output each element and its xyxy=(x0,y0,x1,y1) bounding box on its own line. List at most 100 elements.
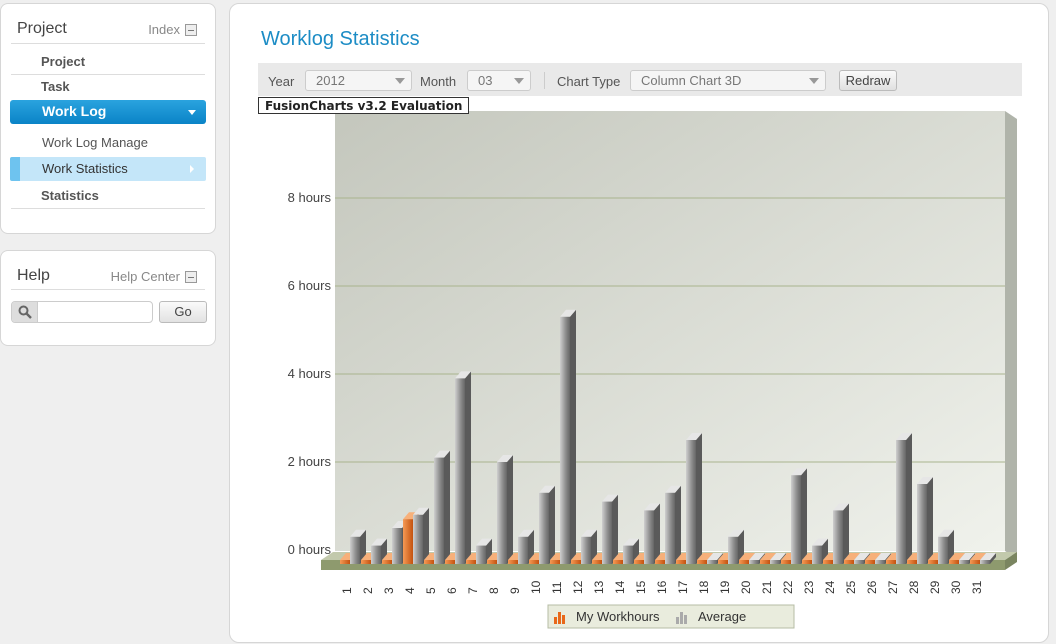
x-tick-label: 30 xyxy=(949,580,963,594)
bar-face xyxy=(865,560,875,564)
x-tick-label: 3 xyxy=(382,587,396,594)
bar-face xyxy=(728,536,738,564)
nav-item-work-log-label: Work Log xyxy=(42,103,107,119)
help-search xyxy=(11,301,153,323)
sub-item-work-statistics[interactable]: Work Statistics xyxy=(10,157,206,181)
bar-face xyxy=(854,560,864,564)
bar-face xyxy=(802,560,812,564)
bar-face xyxy=(518,536,528,564)
bar-side xyxy=(675,485,681,564)
x-tick-label: 20 xyxy=(739,580,753,594)
project-panel-title: Project xyxy=(17,20,67,37)
bar-side xyxy=(570,309,576,564)
x-tick-label: 28 xyxy=(907,580,921,594)
bar-face xyxy=(382,560,392,564)
bar-face xyxy=(665,492,675,564)
bar-face xyxy=(686,440,696,564)
bar-side xyxy=(465,371,471,564)
average-bar xyxy=(602,494,618,564)
bar-face xyxy=(739,560,749,564)
average-bar xyxy=(560,309,576,564)
nav-item-statistics[interactable]: Statistics xyxy=(41,188,99,203)
legend-label-my-workhours: My Workhours xyxy=(576,609,660,624)
collapse-icon xyxy=(185,23,197,36)
x-tick-label: 16 xyxy=(655,580,669,594)
go-button[interactable]: Go xyxy=(159,301,207,323)
bar-face xyxy=(413,514,423,564)
bar-face xyxy=(361,560,371,564)
nav-item-work-log[interactable]: Work Log xyxy=(10,100,206,124)
help-panel-title: Help xyxy=(17,267,50,284)
x-tick-label: 29 xyxy=(928,580,942,594)
x-tick-label: 7 xyxy=(466,587,480,594)
bar-side xyxy=(906,433,912,564)
x-tick-label: 6 xyxy=(445,587,459,594)
bar-face xyxy=(781,560,791,564)
nav-item-project[interactable]: Project xyxy=(41,54,85,69)
average-bar xyxy=(497,455,513,564)
x-tick-label: 27 xyxy=(886,580,900,594)
bar-face xyxy=(445,560,455,564)
divider xyxy=(11,289,205,290)
bar-face xyxy=(907,560,917,564)
sub-item-work-log-manage[interactable]: Work Log Manage xyxy=(42,135,148,150)
x-tick-label: 24 xyxy=(823,580,837,594)
bar-face xyxy=(350,536,360,564)
bar-face xyxy=(539,492,549,564)
bar-face xyxy=(749,560,759,564)
help-center-link[interactable]: Help Center xyxy=(111,269,197,284)
y-tick-label: 4 hours xyxy=(288,366,332,381)
chevron-right-icon xyxy=(190,165,194,173)
bar-face xyxy=(676,560,686,564)
chart-legend: My Workhours Average xyxy=(547,604,795,629)
bar-face xyxy=(529,560,539,564)
project-panel: Project Index Project Task Work Log Work… xyxy=(0,3,216,234)
y-tick-label: 0 hours xyxy=(288,542,332,557)
bar-face xyxy=(896,440,906,564)
bar-face xyxy=(697,560,707,564)
bar-face xyxy=(707,560,717,564)
average-bar xyxy=(917,477,933,564)
collapse-icon xyxy=(185,270,197,283)
help-center-label: Help Center xyxy=(110,269,180,284)
bar-face xyxy=(602,501,612,564)
bar-face xyxy=(476,545,486,564)
sub-item-work-statistics-label: Work Statistics xyxy=(42,161,128,176)
index-link[interactable]: Index xyxy=(148,22,197,37)
bar-face xyxy=(875,560,885,564)
bar-side xyxy=(507,455,513,564)
bar-face xyxy=(886,560,896,564)
bar-side xyxy=(843,503,849,564)
bar-face xyxy=(581,536,591,564)
bar-face xyxy=(466,560,476,564)
bar-side xyxy=(801,468,807,564)
bar-face xyxy=(623,545,633,564)
bar-face xyxy=(823,560,833,564)
x-tick-label: 1 xyxy=(340,587,354,594)
x-tick-label: 17 xyxy=(676,580,690,594)
average-bar xyxy=(455,371,471,564)
x-tick-label: 18 xyxy=(697,580,711,594)
help-search-input[interactable] xyxy=(39,303,151,321)
x-tick-label: 15 xyxy=(634,580,648,594)
bar-face xyxy=(560,316,570,564)
legend-label-average: Average xyxy=(698,609,746,624)
bar-side xyxy=(654,503,660,564)
average-bar xyxy=(413,507,429,564)
x-tick-label: 22 xyxy=(781,580,795,594)
divider xyxy=(11,74,205,75)
bar-face xyxy=(508,560,518,564)
nav-item-task[interactable]: Task xyxy=(41,79,70,94)
bar-face xyxy=(644,510,654,564)
bar-face xyxy=(770,560,780,564)
bar-face xyxy=(655,560,665,564)
average-bar xyxy=(896,433,912,564)
bar-side xyxy=(612,494,618,564)
bar-face xyxy=(634,560,644,564)
average-bar xyxy=(686,433,702,564)
x-tick-label: 2 xyxy=(361,587,375,594)
bar-face xyxy=(928,560,938,564)
x-tick-label: 14 xyxy=(613,580,627,594)
bar-face xyxy=(833,510,843,564)
bar-side xyxy=(444,450,450,564)
